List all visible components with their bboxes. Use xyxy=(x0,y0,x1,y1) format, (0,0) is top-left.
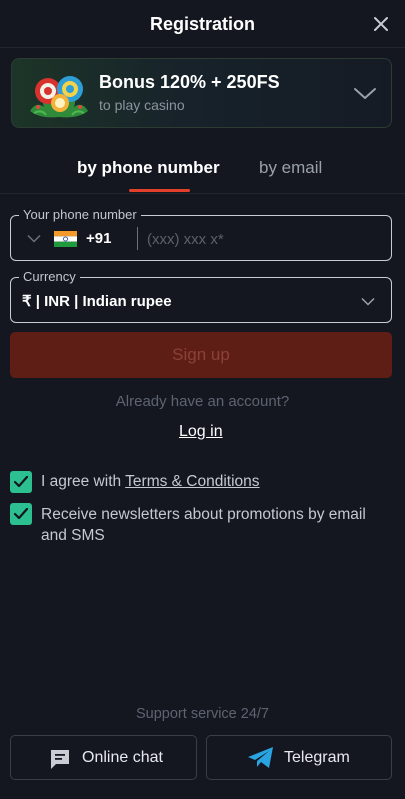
chevron-down-icon xyxy=(361,297,375,306)
india-flag-icon[interactable] xyxy=(54,231,77,247)
currency-value: ₹ | INR | Indian rupee xyxy=(22,293,172,310)
close-icon xyxy=(374,17,388,31)
currency-select[interactable]: Currency ₹ | INR | Indian rupee xyxy=(10,269,392,323)
check-icon xyxy=(13,475,29,488)
login-link[interactable]: Log in xyxy=(179,423,223,441)
bonus-title: Bonus 120% + 250FS xyxy=(99,72,280,92)
telegram-label: Telegram xyxy=(284,749,350,766)
divider xyxy=(137,227,138,250)
bonus-subtitle: to play casino xyxy=(99,97,185,113)
terms-checkbox[interactable] xyxy=(10,471,32,493)
currency-field-label: Currency xyxy=(19,269,80,284)
bonus-banner[interactable]: Bonus 120% + 250FS to play casino xyxy=(11,58,392,128)
phone-field-label: Your phone number xyxy=(19,207,141,222)
terms-link[interactable]: Terms & Conditions xyxy=(125,473,259,490)
close-button[interactable] xyxy=(371,14,391,34)
telegram-button[interactable]: Telegram xyxy=(206,735,392,780)
terms-label: I agree with Terms & Conditions xyxy=(41,471,260,492)
online-chat-button[interactable]: Online chat xyxy=(10,735,197,780)
already-have-account-text: Already have an account? xyxy=(115,393,290,410)
tab-phone-number[interactable]: by phone number xyxy=(77,158,220,178)
tab-email[interactable]: by email xyxy=(259,158,322,178)
signup-button[interactable]: Sign up xyxy=(10,332,392,378)
support-title: Support service 24/7 xyxy=(136,706,269,722)
casino-chips-icon xyxy=(30,76,88,118)
online-chat-label: Online chat xyxy=(82,749,163,766)
newsletter-label: Receive newsletters about promotions by … xyxy=(41,506,366,544)
check-icon xyxy=(13,507,29,520)
phone-input[interactable] xyxy=(147,227,377,251)
telegram-icon xyxy=(248,747,273,768)
terms-prefix: I agree with xyxy=(41,473,126,490)
header: Registration xyxy=(0,0,405,48)
newsletter-checkbox[interactable] xyxy=(10,503,32,525)
registration-tabs: by phone number by email xyxy=(0,150,405,194)
country-code[interactable]: +91 xyxy=(86,230,111,247)
phone-field: Your phone number +91 xyxy=(10,207,392,261)
chat-icon xyxy=(51,750,69,769)
chevron-down-icon[interactable] xyxy=(27,234,41,243)
chevron-down-icon xyxy=(354,88,376,99)
active-tab-indicator xyxy=(129,189,190,192)
page-title: Registration xyxy=(149,14,255,34)
